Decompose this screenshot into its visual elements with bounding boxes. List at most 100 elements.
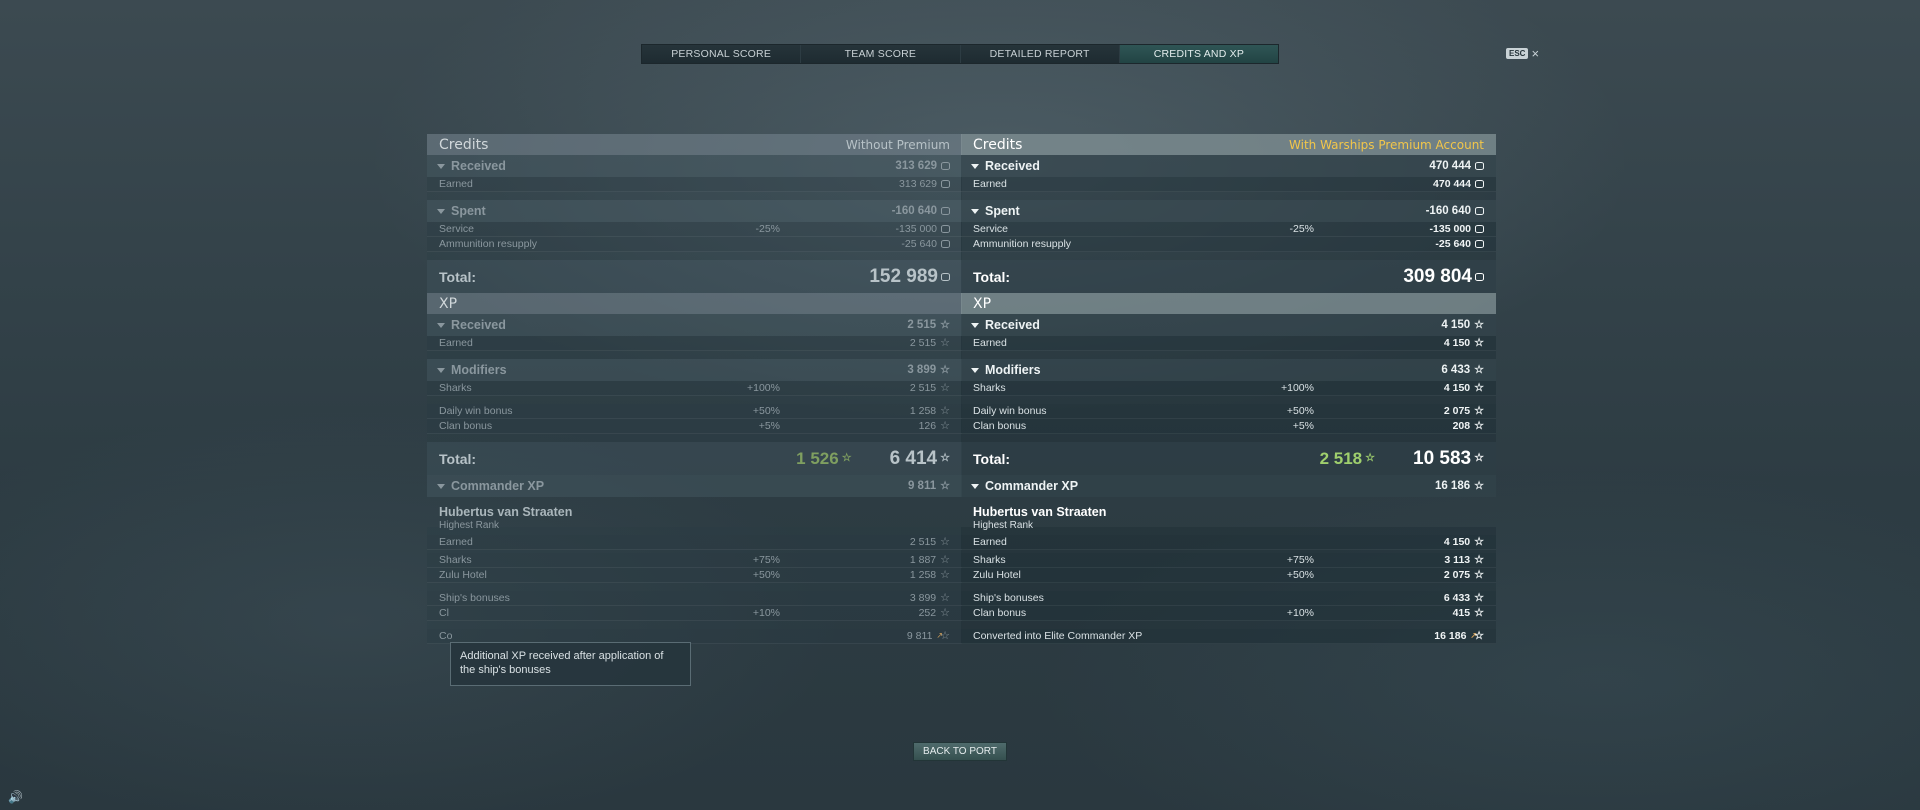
free-xp-icon: ☆ — [1365, 452, 1375, 464]
row-label: Clan bonus — [973, 420, 1027, 432]
row-percent: +10% — [752, 607, 780, 619]
back-to-port-button[interactable]: BACK TO PORT — [913, 742, 1007, 761]
row-percent: +50% — [752, 405, 780, 417]
collapse-icon — [437, 483, 445, 489]
close-button[interactable]: ESC × — [1506, 46, 1539, 61]
row-value: 4 150 — [1443, 337, 1471, 349]
star-icon: ☆ — [940, 336, 950, 349]
star-icon: ☆ — [940, 381, 950, 394]
row-label: Clan bonus — [973, 607, 1027, 619]
row-label: Sharks — [439, 382, 472, 394]
group-label: Received — [451, 159, 506, 173]
cmd-row-zulu-hotel: Zulu Hotel +50% 2 075 ☆ — [961, 568, 1496, 583]
row-percent: +5% — [758, 420, 780, 432]
panel-without-premium: Credits Without Premium Received 313 629… — [427, 134, 962, 644]
esc-key-icon: ESC — [1506, 48, 1529, 59]
cmd-row-earned: Earned 2 515 ☆ — [427, 535, 962, 550]
star-icon: ☆ — [940, 606, 950, 619]
commander-xp-group[interactable]: Commander XP 9 811 ☆ — [427, 475, 962, 497]
free-xp-value: 2 518 — [1319, 448, 1363, 468]
star-icon: ☆ — [940, 318, 950, 331]
star-icon: ☆ — [940, 553, 950, 566]
credits-row-ammo: Ammunition resupply -25 640 — [961, 237, 1496, 252]
credit-icon — [941, 207, 950, 215]
row-label: Converted into Elite Commander XP — [973, 630, 1143, 642]
cmd-row-sharks: Sharks +75% 3 113 ☆ — [961, 553, 1496, 568]
credit-icon — [1475, 240, 1484, 248]
row-label: Zulu Hotel — [439, 569, 487, 581]
star-icon: ☆ — [940, 568, 950, 581]
xp-row-clan: Clan bonus +5% 126 ☆ — [427, 419, 962, 434]
group-value: 4 150 — [1441, 319, 1471, 331]
row-percent: +75% — [1286, 554, 1314, 566]
xp-row-daily-win: Daily win bonus +50% 1 258 ☆ — [427, 404, 962, 419]
row-label: Cl — [439, 607, 449, 619]
credits-spent-group[interactable]: Spent -160 640 — [427, 200, 962, 222]
tab-detailed-report[interactable]: DETAILED REPORT — [960, 45, 1120, 63]
commander-xp-group[interactable]: Commander XP 16 186 ☆ — [961, 475, 1496, 497]
spacer — [427, 192, 962, 200]
group-value: 2 515 — [907, 319, 937, 331]
row-percent: +50% — [1286, 405, 1314, 417]
row-percent: +100% — [1281, 382, 1314, 394]
spacer — [427, 527, 962, 535]
free-xp-value: 1 526 — [796, 448, 839, 468]
star-icon: ☆ — [1474, 381, 1484, 394]
collapse-icon — [971, 483, 979, 489]
row-label: Daily win bonus — [439, 405, 513, 417]
star-icon: ☆ — [1474, 535, 1484, 548]
row-label: Clan bonus — [439, 420, 493, 432]
credits-row-service: Service -25% -135 000 — [427, 222, 962, 237]
commander-info: Hubertus van Straaten Highest Rank — [961, 497, 1496, 531]
row-label: Earned — [973, 536, 1007, 548]
row-percent: -25% — [755, 223, 780, 235]
spacer — [427, 351, 962, 359]
xp-modifiers-group[interactable]: Modifiers 3 899 ☆ — [427, 359, 962, 381]
row-label: Earned — [973, 337, 1007, 349]
total-value: 10 583 — [1413, 447, 1472, 469]
collapse-icon — [971, 208, 979, 214]
xp-received-group[interactable]: Received 2 515 ☆ — [427, 314, 962, 336]
star-icon: ☆ — [940, 419, 950, 432]
row-label: Earned — [439, 178, 473, 190]
xp-received-group[interactable]: Received 4 150 ☆ — [961, 314, 1496, 336]
credits-total: Total: 309 804 — [961, 260, 1496, 293]
star-icon: ☆ — [940, 363, 950, 376]
star-icon: ☆ — [1474, 553, 1484, 566]
row-value: -25 640 — [901, 238, 937, 250]
credits-header: Credits Without Premium — [427, 134, 962, 155]
credits-spent-group[interactable]: Spent -160 640 — [961, 200, 1496, 222]
credit-icon — [941, 225, 950, 233]
credits-received-group[interactable]: Received 470 444 — [961, 155, 1496, 177]
group-label: Commander XP — [985, 479, 1079, 493]
tab-team-score[interactable]: TEAM SCORE — [801, 45, 961, 63]
tab-credits-and-xp[interactable]: CREDITS AND XP — [1119, 45, 1278, 63]
spacer — [427, 396, 962, 404]
row-percent: +50% — [752, 569, 780, 581]
credits-title: Credits — [439, 136, 489, 153]
group-label: Received — [985, 318, 1040, 332]
star-icon: ☆ — [940, 535, 950, 548]
group-label: Commander XP — [451, 479, 545, 493]
cmd-row-sharks: Sharks +75% 1 887 ☆ — [427, 553, 962, 568]
group-label: Received — [985, 159, 1040, 173]
cmd-row-clan: Cl +10% 252 ☆ — [427, 606, 962, 621]
row-percent: +5% — [1292, 420, 1314, 432]
speaker-icon[interactable]: 🔊 — [8, 790, 23, 804]
xp-total: Total: 1 526 ☆ 6 414 ☆ — [427, 442, 962, 475]
row-percent: +10% — [1286, 607, 1314, 619]
credits-received-group[interactable]: Received 313 629 — [427, 155, 962, 177]
credit-icon — [1475, 225, 1484, 233]
row-value: 313 629 — [899, 178, 937, 190]
group-value: 3 899 — [907, 364, 937, 376]
group-label: Received — [451, 318, 506, 332]
tab-personal-score[interactable]: PERSONAL SCORE — [642, 45, 802, 63]
free-xp-icon: ☆ — [841, 452, 852, 464]
spacer — [427, 252, 962, 260]
commander-info: Hubertus van Straaten Highest Rank — [427, 497, 962, 531]
cmd-row-clan: Clan bonus +10% 415 ☆ — [961, 606, 1496, 621]
credits-row-ammo: Ammunition resupply -25 640 — [427, 237, 962, 252]
group-value: 6 433 — [1441, 364, 1471, 376]
xp-modifiers-group[interactable]: Modifiers 6 433 ☆ — [961, 359, 1496, 381]
xp-row-sharks: Sharks +100% 2 515 ☆ — [427, 381, 962, 396]
